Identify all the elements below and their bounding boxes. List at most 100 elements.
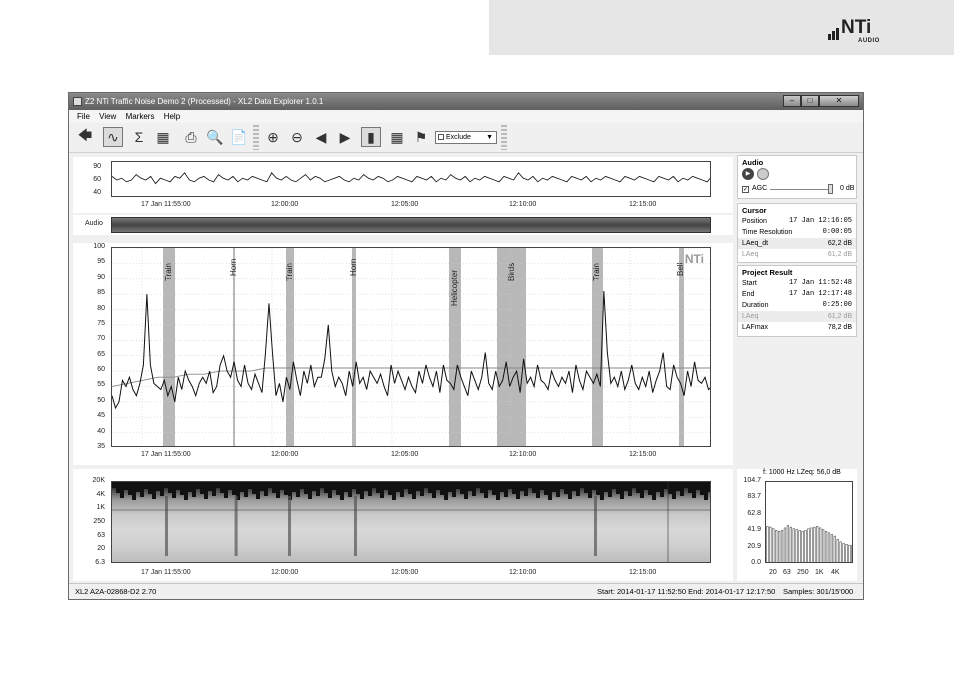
spectrogram-cell xyxy=(188,482,192,492)
menu-file[interactable]: File xyxy=(77,112,90,121)
main-xtick: 12:10:00 xyxy=(509,451,537,458)
spectrum-panel: f: 1000 Hz LZeq: 56,0 dB 104.7 83.7 62.8 41… xyxy=(737,469,857,581)
audio-panel-title: Audio xyxy=(742,158,764,167)
spectrogram-cell xyxy=(548,482,552,500)
spectrum-xtick: 4K xyxy=(831,569,840,576)
spectrogram-cell xyxy=(396,482,400,492)
close-button[interactable]: ✕ xyxy=(819,95,859,107)
spectrogram-cell xyxy=(636,482,640,493)
report-icon[interactable]: 📄 xyxy=(229,127,249,147)
spectrogram-cell xyxy=(516,482,520,499)
pan-left-icon[interactable]: ◀ xyxy=(311,127,331,147)
toolbar-grip[interactable] xyxy=(253,125,259,150)
chart-icon[interactable]: ∿ xyxy=(103,127,123,147)
spectrum-xtick: 63 xyxy=(783,569,791,576)
spectrogram-ytick: 20K xyxy=(92,477,105,484)
spectrogram-cell xyxy=(316,482,320,496)
spectrum-bar xyxy=(775,530,778,562)
spectrum-bars xyxy=(766,525,852,562)
gain-slider[interactable] xyxy=(770,189,832,190)
spectrogram-cell xyxy=(656,482,660,492)
spectrum-ytick: 41.9 xyxy=(747,526,761,534)
audio-waveform[interactable] xyxy=(111,217,711,233)
spectrogram-cell xyxy=(336,482,340,495)
cursor-row: LAeq_dt 62,2 dB xyxy=(738,238,856,249)
spectrogram-cell xyxy=(388,482,392,495)
spectrum-bar xyxy=(813,526,816,562)
cursor-row: Position 17 Jan 12:16:05 xyxy=(742,217,852,225)
menu-view[interactable]: View xyxy=(99,112,116,121)
spectrogram-cell xyxy=(576,482,580,496)
agc-checkbox[interactable]: ✓ xyxy=(742,186,749,193)
toolbar: 🡄 ∿ Σ ▦ ⎙ 🔍 📄 ⊕ ⊖ ◀ ▶ ▮ ▦ ⚑ Exclude ▼ xyxy=(69,123,863,153)
spectrogram-cell xyxy=(544,482,548,495)
gain-slider-handle[interactable] xyxy=(828,184,833,194)
spectrogram-cell xyxy=(428,482,432,493)
main-ytick: 60 xyxy=(97,366,105,374)
spectrum-bar xyxy=(807,528,810,562)
spectrogram-cell xyxy=(404,482,408,489)
spectrogram-cell xyxy=(668,482,672,494)
maximize-button[interactable]: □ xyxy=(801,95,819,107)
spectrogram-cell xyxy=(432,482,436,498)
spectrogram-cell xyxy=(584,482,588,493)
level-plot[interactable]: Train Horn Train Horn Helicopter Birds Train Be… xyxy=(111,247,711,447)
spectrum-ytick: 62.8 xyxy=(747,509,761,517)
result-row: End 17 Jan 12:17:48 xyxy=(742,290,852,298)
spectrum-bar xyxy=(845,544,848,562)
stop-button[interactable] xyxy=(757,168,769,180)
grid-icon[interactable]: ▦ xyxy=(153,127,173,147)
main-ytick: 65 xyxy=(97,350,105,358)
print-preview-icon[interactable]: 🔍 xyxy=(205,127,225,147)
spectrum-bar xyxy=(795,529,798,562)
spectrogram-xtick: 17 Jan 11:55:00 xyxy=(141,569,191,576)
print-icon[interactable]: ⎙ xyxy=(181,127,201,147)
menu-help[interactable]: Help xyxy=(164,112,180,121)
back-arrow-icon[interactable]: 🡄 xyxy=(75,127,95,147)
spectrogram-cell xyxy=(312,482,316,491)
spectrogram-cell xyxy=(492,482,496,495)
spectrogram-cell xyxy=(128,482,132,495)
spectrogram-cell xyxy=(596,482,600,495)
main-ytick: 40 xyxy=(97,427,105,435)
spectrum-bar xyxy=(786,525,790,562)
spectrogram-cell xyxy=(528,482,532,488)
spectrum-ytick: 104.7 xyxy=(743,477,761,484)
spectrogram-cell xyxy=(332,482,336,490)
spectrogram-cell xyxy=(684,482,688,488)
spectrogram-cell xyxy=(532,482,536,493)
spectrum-bar xyxy=(792,528,795,562)
marker-mode-value: Exclude xyxy=(446,134,471,141)
marker-mode-checkbox[interactable] xyxy=(438,134,444,140)
zoom-in-icon[interactable]: ⊕ xyxy=(263,127,283,147)
spectrogram-cell xyxy=(708,482,710,492)
sum-icon[interactable]: Σ xyxy=(129,127,149,147)
menu-markers[interactable]: Markers xyxy=(126,112,155,121)
pan-right-icon[interactable]: ▶ xyxy=(335,127,355,147)
spectrogram-cell xyxy=(344,482,348,492)
minimize-button[interactable]: – xyxy=(783,95,801,107)
spectrogram-event xyxy=(594,496,597,556)
spectrogram-cell xyxy=(252,482,256,494)
spectrum-plot[interactable] xyxy=(765,481,853,563)
marker-flag-icon[interactable]: ⚑ xyxy=(411,127,431,147)
spectrogram-cell xyxy=(640,482,644,498)
toolbar-grip-2[interactable] xyxy=(501,125,507,150)
spectrum-ytick: 20.9 xyxy=(747,542,761,550)
play-button[interactable]: ▶ xyxy=(742,168,754,180)
main-ytick: 45 xyxy=(97,412,105,420)
zoom-out-icon[interactable]: ⊖ xyxy=(287,127,307,147)
spectrogram-cell xyxy=(604,482,608,492)
spectrum-bar xyxy=(777,530,781,562)
spectrogram-cell xyxy=(192,482,196,497)
table-icon[interactable]: ▦ xyxy=(387,127,407,147)
spectrogram-xtick: 12:15:00 xyxy=(629,569,657,576)
overview-plot[interactable] xyxy=(111,161,711,197)
spectrogram-cell xyxy=(408,482,412,494)
marker-mode-select[interactable]: Exclude ▼ xyxy=(435,131,497,144)
spectrogram-plot[interactable] xyxy=(111,481,711,563)
spectrum-icon[interactable]: ▮ xyxy=(361,127,381,147)
spectrogram-cell xyxy=(244,482,248,497)
spectrogram-cell xyxy=(352,482,356,489)
spectrogram-cell xyxy=(204,482,208,499)
